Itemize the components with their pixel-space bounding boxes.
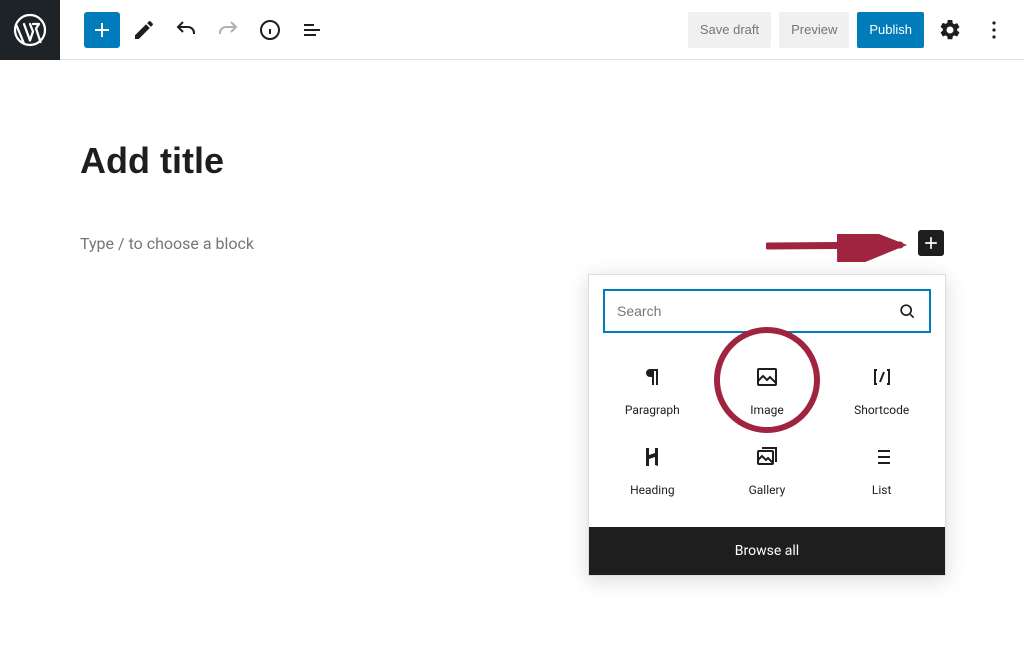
inserter-search-box[interactable]: [603, 289, 931, 333]
block-shortcode[interactable]: Shortcode: [824, 351, 939, 431]
search-input[interactable]: [617, 303, 897, 319]
block-label: Shortcode: [854, 403, 909, 417]
block-paragraph[interactable]: Paragraph: [595, 351, 710, 431]
add-block-toolbar-button[interactable]: [84, 12, 120, 48]
more-options-button[interactable]: [976, 12, 1012, 48]
outline-icon: [300, 18, 324, 42]
block-label: Image: [750, 403, 783, 417]
publish-button[interactable]: Publish: [857, 12, 924, 48]
list-icon: [870, 445, 894, 469]
block-prompt-text[interactable]: Type / to choose a block: [80, 234, 254, 253]
kebab-icon: [982, 18, 1006, 42]
info-button[interactable]: [252, 12, 288, 48]
block-inserter-popover: Paragraph Image Shortcode Heading Galler…: [588, 274, 946, 576]
preview-button[interactable]: Preview: [779, 12, 849, 48]
block-grid: Paragraph Image Shortcode Heading Galler…: [589, 347, 945, 527]
edit-mode-button[interactable]: [126, 12, 162, 48]
shortcode-icon: [870, 365, 894, 389]
block-label: Paragraph: [625, 403, 680, 417]
block-placeholder-row: Type / to choose a block: [80, 230, 944, 256]
gallery-icon: [755, 445, 779, 469]
toolbar-left: [84, 12, 330, 48]
block-gallery[interactable]: Gallery: [710, 431, 825, 511]
post-title-input[interactable]: [80, 140, 944, 182]
wordpress-logo[interactable]: [0, 0, 60, 60]
undo-icon: [174, 18, 198, 42]
gear-icon: [938, 18, 962, 42]
redo-icon: [216, 18, 240, 42]
toolbar-right: Save draft Preview Publish: [688, 12, 1024, 48]
paragraph-icon: [640, 365, 664, 389]
block-label: List: [872, 483, 892, 497]
block-heading[interactable]: Heading: [595, 431, 710, 511]
inserter-search-wrapper: [589, 275, 945, 347]
browse-all-button[interactable]: Browse all: [589, 527, 945, 575]
wordpress-icon: [12, 12, 48, 48]
save-draft-button[interactable]: Save draft: [688, 12, 771, 48]
block-label: Gallery: [749, 483, 786, 497]
outline-button[interactable]: [294, 12, 330, 48]
plus-icon: [90, 18, 114, 42]
block-list[interactable]: List: [824, 431, 939, 511]
undo-button[interactable]: [168, 12, 204, 48]
search-icon: [897, 301, 917, 321]
plus-icon: [921, 233, 941, 253]
block-image[interactable]: Image: [710, 351, 825, 431]
inline-add-block-button[interactable]: [918, 230, 944, 256]
editor-canvas: Type / to choose a block: [0, 60, 1024, 256]
image-icon: [755, 365, 779, 389]
block-label: Heading: [630, 483, 675, 497]
heading-icon: [640, 445, 664, 469]
redo-button[interactable]: [210, 12, 246, 48]
editor-topbar: Save draft Preview Publish: [0, 0, 1024, 60]
settings-button[interactable]: [932, 12, 968, 48]
info-icon: [258, 18, 282, 42]
pencil-icon: [132, 18, 156, 42]
